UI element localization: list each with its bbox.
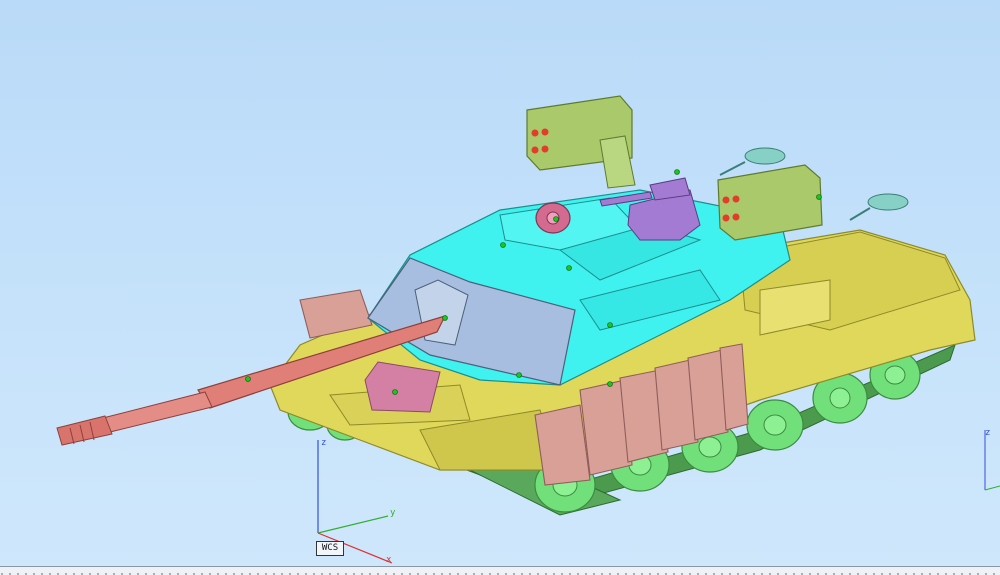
bottom-ruler[interactable]: [0, 566, 1000, 575]
axis-z-label: z: [321, 438, 327, 448]
missile-launcher-left: [526, 95, 636, 189]
missile-launcher-right: [717, 164, 823, 241]
mini-axis-triad: [984, 430, 1000, 491]
axis-y-label: y: [390, 508, 396, 518]
3d-viewport[interactable]: z y x z WCS: [0, 0, 1000, 575]
tank-model[interactable]: [0, 0, 1000, 566]
wcs-label: WCS: [316, 541, 344, 556]
mini-axis-z-label: z: [985, 428, 991, 438]
axis-x-label: x: [386, 555, 392, 565]
sensor-dome: [535, 202, 571, 234]
